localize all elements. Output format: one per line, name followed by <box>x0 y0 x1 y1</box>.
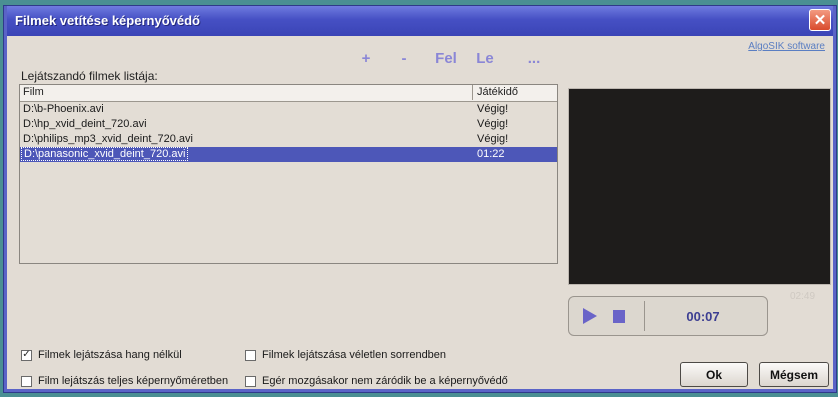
film-list-label: Lejátszandó filmek listája: <box>21 69 158 83</box>
film-row[interactable]: D:\philips_mp3_xvid_deint_720.avi Végig! <box>20 132 557 147</box>
film-duration: Végig! <box>477 133 509 145</box>
move-down-button[interactable]: Le <box>469 50 501 70</box>
play-button[interactable] <box>577 303 602 329</box>
film-path: D:\b-Phoenix.avi <box>23 103 104 115</box>
film-list-header: Film Játékidő <box>20 85 557 102</box>
add-film-button[interactable]: + <box>347 50 385 70</box>
mute-option[interactable]: ✓ Filmek lejátszása hang nélkül <box>21 349 182 361</box>
film-row[interactable]: D:\hp_xvid_deint_720.avi Végig! <box>20 117 557 132</box>
film-path: D:\panasonic_xvid_deint_720.avi <box>21 147 189 161</box>
mute-label: Filmek lejátszása hang nélkül <box>38 349 182 361</box>
close-icon: ✕ <box>813 12 827 29</box>
shuffle-label: Filmek lejátszása véletlen sorrendben <box>262 349 447 361</box>
brand-link[interactable]: AlgoSIK software <box>748 41 825 52</box>
current-time: 00:07 <box>686 308 720 324</box>
column-header-duration[interactable]: Játékidő <box>472 85 554 100</box>
current-time-display: 00:07 <box>644 301 761 331</box>
film-path: D:\philips_mp3_xvid_deint_720.avi <box>23 133 193 145</box>
shuffle-option[interactable]: Filmek lejátszása véletlen sorrendben <box>245 349 446 361</box>
title-bar[interactable]: Filmek vetítése képernyővédő ✕ <box>7 6 833 36</box>
fullscreen-checkbox[interactable] <box>21 375 32 387</box>
stop-button[interactable] <box>613 310 625 323</box>
video-preview <box>568 88 831 285</box>
film-path: D:\hp_xvid_deint_720.avi <box>23 118 147 130</box>
film-row[interactable]: D:\b-Phoenix.avi Végig! <box>20 102 557 117</box>
window-title: Filmek vetítése képernyővédő <box>15 13 200 28</box>
film-duration: Végig! <box>477 103 509 115</box>
remove-film-button[interactable]: - <box>385 50 423 70</box>
fullscreen-label: Film lejátszás teljes képernyőméretben <box>38 375 229 387</box>
mute-checkbox[interactable]: ✓ <box>21 349 32 361</box>
close-button[interactable]: ✕ <box>809 9 831 31</box>
film-list[interactable]: Film Játékidő D:\b-Phoenix.avi Végig! D:… <box>19 84 558 264</box>
move-up-button[interactable]: Fel <box>423 50 469 70</box>
fullscreen-option[interactable]: Film lejátszás teljes képernyőméretben <box>21 375 228 387</box>
more-button[interactable]: ... <box>501 50 567 70</box>
film-row-selected[interactable]: D:\panasonic_xvid_deint_720.avi 01:22 <box>20 147 557 162</box>
mouse-no-close-option[interactable]: Egér mozgásakor nem záródik be a képerny… <box>245 375 508 387</box>
total-duration: 02:49 <box>790 291 816 302</box>
film-duration: 01:22 <box>477 148 505 160</box>
shuffle-checkbox[interactable] <box>245 349 256 361</box>
mouse-no-close-checkbox[interactable] <box>245 375 256 387</box>
player-controls: 00:07 <box>568 296 768 336</box>
play-icon <box>582 308 597 324</box>
ok-button[interactable]: Ok <box>680 362 748 387</box>
film-duration: Végig! <box>477 118 509 130</box>
mouse-no-close-label: Egér mozgásakor nem záródik be a képerny… <box>262 375 508 387</box>
list-toolbar: + - Fel Le ... <box>347 50 567 70</box>
column-header-film[interactable]: Film <box>23 86 44 98</box>
cancel-button[interactable]: Mégsem <box>759 362 829 387</box>
screensaver-settings-window: Filmek vetítése képernyővédő ✕ + - Fel L… <box>4 6 836 392</box>
